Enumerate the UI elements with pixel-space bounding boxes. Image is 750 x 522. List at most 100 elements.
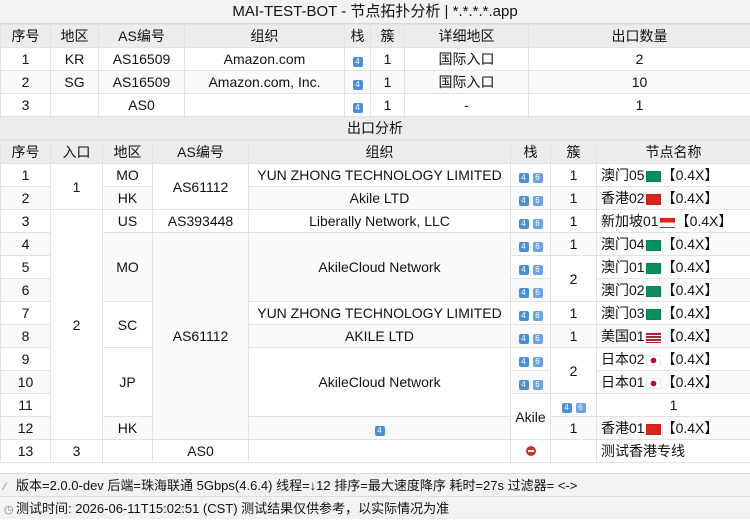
cell-stack: 46 — [511, 371, 551, 394]
cell-org: Amazon.com, Inc. — [185, 71, 345, 94]
cell-stack: 46 — [551, 394, 597, 417]
node-name-text: 澳门04 — [601, 236, 645, 252]
cell-node-name: 香港02 【0.4X】 — [597, 187, 750, 210]
cell-cluster: 1 — [551, 164, 597, 187]
node-rate-text: 【0.4X】 — [676, 213, 733, 229]
ipv4-icon: 4 — [519, 311, 529, 321]
ipv4-icon: 4 — [519, 196, 529, 206]
cell-org: Liberally Network, LLC — [249, 210, 511, 233]
ipv6-icon: 6 — [533, 334, 543, 344]
node-rate-text: 【0.4X】 — [662, 282, 719, 298]
node-name-text: 澳门05 — [601, 167, 645, 183]
cell-index: 5 — [1, 256, 51, 279]
footer-time-text: 测试时间: 2026-06-11T15:02:51 (CST) 测试结果仅供参考… — [16, 501, 449, 516]
ipv4-icon: 4 — [519, 242, 529, 252]
ipv6-icon: 6 — [533, 380, 543, 390]
col-header: 簇 — [551, 141, 597, 164]
cell-stack — [511, 440, 551, 463]
table-row: 2 HK Akile LTD 46 1 香港02【0.4X】 — [1, 187, 750, 210]
node-rate-text: 【0.4X】 — [662, 374, 719, 390]
cell-index: 3 — [1, 94, 51, 117]
cell-region: SC — [103, 302, 153, 348]
table-row: 2 SG AS16509 Amazon.com, Inc. 4 1 国际入口 1… — [1, 71, 750, 94]
col-header: AS编号 — [99, 25, 185, 48]
node-name-text: 日本02 — [601, 351, 645, 367]
cell-stack: 4 — [249, 417, 511, 440]
ipv4-icon: 4 — [562, 403, 572, 413]
ingress-table: 序号 地区 AS编号 组织 栈 簇 详细地区 出口数量 1 KR AS16509… — [0, 24, 750, 117]
cell-asn: AS61112 — [153, 233, 249, 440]
col-header: 栈 — [511, 141, 551, 164]
ipv4-icon: 4 — [519, 219, 529, 229]
cell-node-name: 澳门03 【0.4X】 — [597, 302, 750, 325]
ipv6-icon: 6 — [533, 311, 543, 321]
egress-header-row: 序号 入口 地区 AS编号 组织 栈 簇 节点名称 — [1, 141, 750, 164]
egress-section-title: 出口分析 — [0, 117, 750, 140]
node-name-text: 日本01 — [601, 374, 645, 390]
cell-index: 11 — [1, 394, 51, 417]
window-title: MAI-TEST-BOT - 节点拓扑分析 | *.*.*.*.app — [0, 0, 750, 24]
ingress-header-row: 序号 地区 AS编号 组织 栈 簇 详细地区 出口数量 — [1, 25, 750, 48]
node-name-text: 澳门03 — [601, 305, 645, 321]
cell-org: YUN ZHONG TECHNOLOGY LIMITED — [249, 302, 511, 325]
node-rate-text: 【0.4X】 — [662, 190, 719, 206]
table-row: 7 SC YUN ZHONG TECHNOLOGY LIMITED 46 1 澳… — [1, 302, 750, 325]
cell-cluster: 1 — [551, 325, 597, 348]
cell-index: 13 — [1, 440, 51, 463]
stack-badges: 46 — [519, 380, 543, 390]
cell-stack: 4 — [345, 94, 371, 117]
node-name-text: 香港02 — [601, 190, 645, 206]
flag-mo-icon — [646, 309, 661, 320]
stack-badges: 46 — [519, 357, 543, 367]
ipv6-icon: 6 — [533, 173, 543, 183]
table-row: 13 3 AS0 测试香港专线 — [1, 440, 750, 463]
ipv4-icon: 4 — [353, 57, 363, 67]
cell-index: 6 — [1, 279, 51, 302]
cell-node-name: 日本01 【0.4X】 — [597, 371, 750, 394]
col-header: 地区 — [51, 25, 99, 48]
cell-cluster: 1 — [597, 394, 750, 417]
cell-asn: AS16509 — [99, 71, 185, 94]
ipv4-icon: 4 — [353, 80, 363, 90]
col-header: 出口数量 — [529, 25, 750, 48]
cell-org: Amazon.com — [185, 48, 345, 71]
flag-mo-icon — [646, 263, 661, 274]
footer-status-text: 版本=2.0.0-dev 后端=珠海联通 5Gbps(4.6.4) 线程=↓12… — [16, 478, 577, 493]
cell-org — [249, 440, 511, 463]
stack-badges: 46 — [519, 196, 543, 206]
stack-badges: 46 — [519, 311, 543, 321]
cell-node-name: 香港01【0.4X】 — [597, 417, 750, 440]
col-header: 序号 — [1, 25, 51, 48]
ipv6-icon: 6 — [533, 196, 543, 206]
node-rate-text: 【0.4X】 — [662, 351, 719, 367]
cell-cluster: 1 — [371, 94, 405, 117]
cell-org: AkileCloud Network — [249, 348, 511, 417]
cell-index: 1 — [1, 164, 51, 187]
cell-asn: AS61112 — [153, 164, 249, 210]
cell-cluster: 1 — [551, 210, 597, 233]
cell-org: YUN ZHONG TECHNOLOGY LIMITED — [249, 164, 511, 187]
node-rate-text: 【0.4X】 — [662, 305, 719, 321]
col-header: AS编号 — [153, 141, 249, 164]
cell-node-name: 日本02 【0.4X】 — [597, 348, 750, 371]
stack-badges: 46 — [519, 265, 543, 275]
ipv4-icon: 4 — [519, 173, 529, 183]
ipv4-icon: 4 — [519, 380, 529, 390]
cell-stack: 46 — [511, 187, 551, 210]
cell-entry: 2 — [51, 210, 103, 440]
table-row: 3 AS0 4 1 - 1 — [1, 94, 750, 117]
cell-stack: 46 — [511, 279, 551, 302]
cell-index: 10 — [1, 371, 51, 394]
cell-cluster: 1 — [371, 48, 405, 71]
flag-mo-icon — [646, 171, 661, 182]
cell-index: 9 — [1, 348, 51, 371]
ipv6-icon: 6 — [576, 403, 586, 413]
cell-node-name: 澳门01【0.4X】 — [597, 256, 750, 279]
cell-entry: 1 — [51, 164, 103, 210]
stack-badges: 46 — [519, 242, 543, 252]
col-header: 节点名称 — [597, 141, 750, 164]
stack-badges: 4 — [375, 426, 385, 436]
table-row: 3 2 US AS393448 Liberally Network, LLC 4… — [1, 210, 750, 233]
stack-badges: 46 — [562, 403, 586, 413]
cell-cluster: 1 — [551, 302, 597, 325]
